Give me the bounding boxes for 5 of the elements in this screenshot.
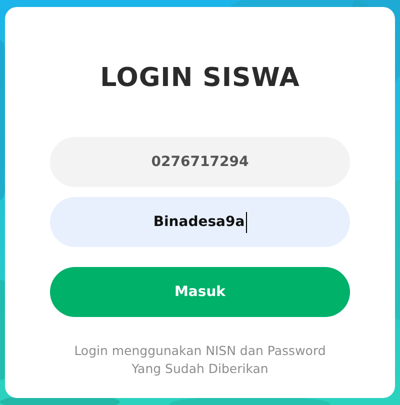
input-field[interactable]: 0276717294 bbox=[50, 137, 350, 188]
login-title: LOGIN SISWA bbox=[99, 63, 301, 94]
help-text: Login menggunakan NISN dan Password bbox=[73, 342, 327, 360]
help-text: Yang Sudah Diberikan bbox=[130, 360, 270, 378]
input-field[interactable]: Binadesa9a bbox=[50, 197, 350, 248]
